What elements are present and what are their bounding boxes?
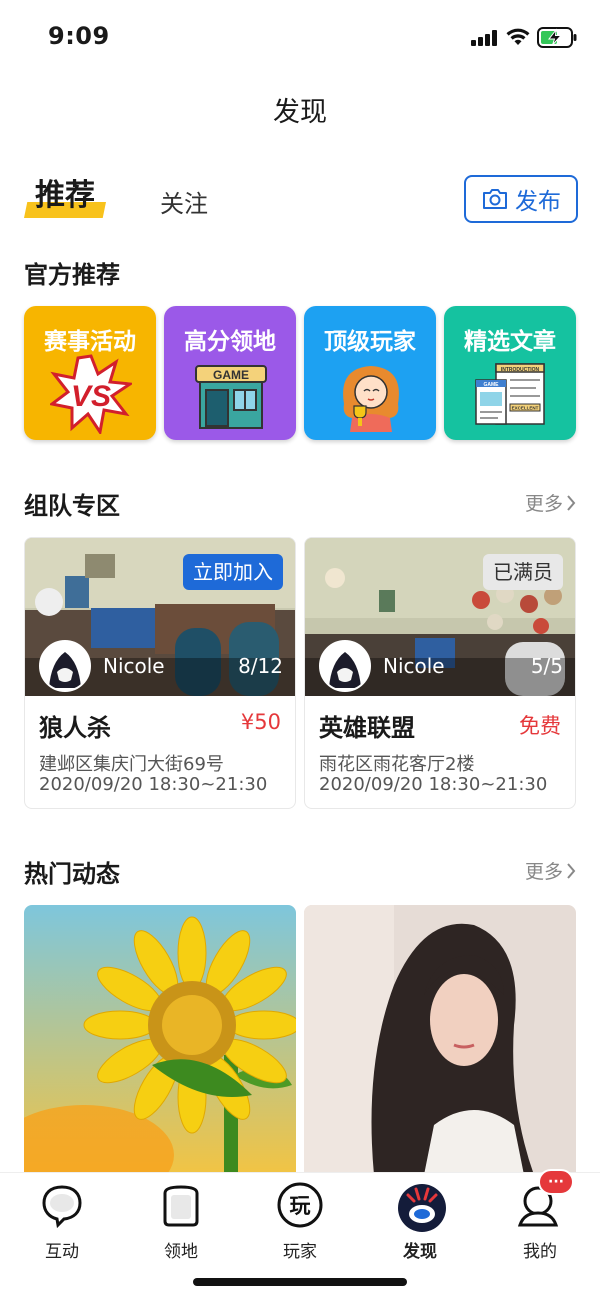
sunflower-photo xyxy=(24,905,296,1175)
team-address: 雨花区雨花客厅2楼 xyxy=(319,754,475,775)
tab-interaction[interactable]: 互动 xyxy=(22,1181,102,1262)
full-status-badge: 已满员 xyxy=(483,554,563,590)
team-datetime: 2020/09/20 18:30~21:30 xyxy=(319,774,548,795)
territory-icon xyxy=(157,1181,205,1229)
avatar xyxy=(319,640,371,692)
publish-label: 发布 xyxy=(515,189,561,215)
team-more-link[interactable]: 更多 xyxy=(525,489,576,516)
publish-button[interactable]: 发布 xyxy=(464,175,578,223)
tab-recommend[interactable]: 推荐 xyxy=(24,176,106,220)
team-card-photo: 立即加入 Nicole 8/12 xyxy=(25,538,295,696)
svg-text:GAME: GAME xyxy=(484,382,500,388)
home-indicator xyxy=(193,1278,407,1286)
play-logo-icon: 玩 xyxy=(276,1181,324,1229)
hot-more-label: 更多 xyxy=(524,861,563,883)
category-articles[interactable]: 精选文章 INTRODUCTION GAME EXCELLENT xyxy=(444,306,576,440)
tab-player[interactable]: 玩 玩家 xyxy=(260,1181,340,1262)
player-trophy-icon xyxy=(343,366,399,432)
team-card[interactable]: 已满员 Nicole 5/5 英雄联盟 免费 雨花区雨花客厅2楼 2020/09… xyxy=(304,537,576,809)
tab-discover-label: 发现 xyxy=(403,1242,437,1262)
feed-post-portrait[interactable] xyxy=(304,905,576,1175)
team-card-photo: 已满员 Nicole 5/5 xyxy=(305,538,575,696)
status-bar: 9:09 xyxy=(0,0,600,74)
chevron-right-icon xyxy=(567,494,576,511)
status-time: 9:09 xyxy=(48,22,110,50)
chat-bubble-icon xyxy=(38,1181,86,1229)
tab-follow[interactable]: 关注 xyxy=(160,184,208,219)
category-events-label: 赛事活动 xyxy=(44,329,136,355)
member-count: 5/5 xyxy=(530,654,563,678)
team-section-title: 组队专区 xyxy=(24,492,120,520)
tab-mine[interactable]: ··· 我的 xyxy=(500,1169,580,1262)
category-territories[interactable]: 高分领地 GAME xyxy=(164,306,296,440)
category-territories-label: 高分领地 xyxy=(184,329,276,355)
category-top-players-label: 顶级玩家 xyxy=(324,329,416,355)
team-price: ¥50 xyxy=(240,710,281,734)
official-section-title: 官方推荐 xyxy=(24,261,120,289)
team-game-name: 英雄联盟 xyxy=(319,714,415,742)
hot-section-title: 热门动态 xyxy=(24,860,120,888)
camera-icon xyxy=(483,189,507,209)
join-now-badge[interactable]: 立即加入 xyxy=(183,554,283,590)
team-address: 建邺区集庆门大街69号 xyxy=(39,754,224,775)
avatar xyxy=(39,640,91,692)
svg-text:INTRODUCTION: INTRODUCTION xyxy=(501,367,540,373)
cellular-signal-icon xyxy=(471,30,499,46)
svg-text:VS: VS xyxy=(71,380,111,413)
chevron-right-icon xyxy=(567,862,576,879)
svg-text:EXCELLENT: EXCELLENT xyxy=(512,406,539,411)
team-more-label: 更多 xyxy=(524,493,563,515)
host-nickname: Nicole xyxy=(103,654,165,678)
host-nickname: Nicole xyxy=(383,654,445,678)
team-card[interactable]: 立即加入 Nicole 8/12 狼人杀 ¥50 建邺区集庆门大街69号 202… xyxy=(24,537,296,809)
category-articles-label: 精选文章 xyxy=(464,329,556,355)
tab-territory[interactable]: 领地 xyxy=(141,1181,221,1262)
team-price: 免费 xyxy=(519,714,561,738)
portrait-photo xyxy=(304,905,576,1175)
svg-text:玩: 玩 xyxy=(290,1194,311,1218)
notification-badge: ··· xyxy=(538,1169,574,1195)
team-datetime: 2020/09/20 18:30~21:30 xyxy=(39,774,268,795)
tab-recommend-label: 推荐 xyxy=(35,178,95,213)
category-top-players[interactable]: 顶级玩家 xyxy=(304,306,436,440)
discover-icon xyxy=(396,1181,446,1232)
article-document-icon: INTRODUCTION GAME EXCELLENT xyxy=(475,363,545,425)
member-count: 8/12 xyxy=(238,654,283,678)
tab-interaction-label: 互动 xyxy=(45,1242,79,1262)
game-shop-icon: GAME xyxy=(195,365,267,429)
battery-charging-icon xyxy=(537,27,577,48)
hot-more-link[interactable]: 更多 xyxy=(525,857,576,884)
versus-icon: VS xyxy=(50,354,132,434)
tab-territory-label: 领地 xyxy=(164,1242,198,1262)
feed-post-sunflower[interactable] xyxy=(24,905,296,1175)
wifi-icon xyxy=(506,28,530,45)
team-game-name: 狼人杀 xyxy=(39,714,111,742)
profile-icon: ··· xyxy=(516,1169,574,1229)
screen: { "status_bar": {"time": "9:09"}, "heade… xyxy=(0,0,600,1299)
tab-player-label: 玩家 xyxy=(283,1242,317,1262)
tab-discover[interactable]: 发现 xyxy=(380,1181,460,1262)
svg-text:GAME: GAME xyxy=(213,368,249,382)
tab-mine-label: 我的 xyxy=(523,1242,557,1262)
page-title: 发现 xyxy=(273,97,327,128)
category-events[interactable]: 赛事活动 VS xyxy=(24,306,156,440)
